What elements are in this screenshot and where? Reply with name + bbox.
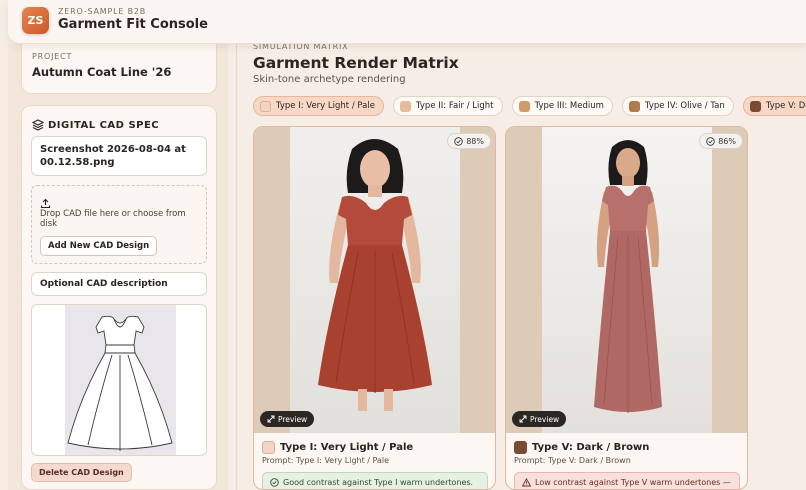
model-figure-icon — [594, 140, 662, 413]
skin-tone-chip-bar: Type I: Very Light / Pale Type II: Fair … — [253, 96, 806, 118]
render-card-type-v[interactable]: 86% Preview Type V: Dark / Brown Prompt:… — [505, 126, 748, 490]
contrast-note-text: Low contrast against Type V warm underto… — [535, 478, 731, 487]
check-circle-icon — [454, 136, 463, 146]
chip-label: Type IV: Olive / Tan — [645, 101, 725, 111]
card-swatch — [262, 441, 275, 454]
delete-cad-design-button[interactable]: Delete CAD Design — [31, 463, 132, 482]
expand-icon — [519, 415, 527, 423]
cad-spec-title: DIGITAL CAD SPEC — [48, 120, 160, 131]
card-prompt: Prompt: Type I: Very Light / Pale — [262, 456, 390, 465]
model-figure-icon — [318, 139, 432, 411]
card-title: Type I: Very Light / Pale — [262, 441, 413, 454]
match-score: 88% — [466, 136, 484, 146]
match-score-badge: 86% — [699, 133, 743, 149]
contrast-note-text: Good contrast against Type I warm undert… — [283, 478, 474, 487]
contrast-note: Good contrast against Type I warm undert… — [262, 472, 488, 489]
chip-type-ii[interactable]: Type II: Fair / Light — [393, 96, 503, 116]
render-card-type-i[interactable]: 88% Preview Type I: Very Light / Pale Pr… — [253, 126, 496, 490]
card-title: Type V: Dark / Brown — [514, 441, 649, 454]
expand-icon — [267, 415, 275, 423]
cad-sketch-preview — [31, 304, 207, 456]
swatch-type-i — [260, 100, 271, 112]
cad-drop-zone[interactable]: Drop CAD file here or choose from disk A… — [31, 185, 207, 264]
swatch-type-ii — [400, 100, 412, 112]
sidebar: PROJECT Autumn Coat Line '26 DIGITAL CAD… — [8, 44, 228, 490]
brand-logo: ZS — [22, 7, 49, 34]
match-score: 86% — [718, 136, 736, 146]
main-panel: SIMULATION MATRIX Garment Render Matrix … — [228, 42, 806, 490]
card-swatch — [514, 441, 527, 454]
swatch-type-iv — [629, 100, 640, 112]
preview-label: Preview — [530, 414, 560, 424]
warning-icon — [522, 478, 531, 487]
project-label: PROJECT — [32, 52, 73, 61]
chip-label: Type II: Fair / Light — [416, 101, 494, 111]
chip-type-v[interactable]: Type V: Dark / Brown — [742, 96, 806, 116]
render-image: 86% Preview — [506, 127, 747, 433]
panel-divider — [236, 44, 237, 490]
cad-file-name[interactable]: Screenshot 2026-08-04 at 00.12.58.png — [31, 136, 207, 176]
dress-sketch-icon — [67, 315, 173, 451]
preview-label: Preview — [278, 414, 308, 424]
cad-description-field[interactable]: Optional CAD description — [31, 272, 207, 296]
card-prompt: Prompt: Type V: Dark / Brown — [514, 456, 631, 465]
swatch-type-iii — [518, 100, 530, 112]
chip-label: Type V: Dark / Brown — [765, 101, 806, 111]
contrast-note: Low contrast against Type V warm underto… — [514, 472, 740, 489]
chip-type-iii[interactable]: Type III: Medium — [511, 96, 613, 116]
swatch-type-v — [749, 100, 761, 112]
brand-title: Garment Fit Console — [58, 17, 208, 32]
layers-icon — [31, 116, 45, 135]
render-image: 88% Preview — [254, 127, 495, 433]
match-score-badge: 88% — [447, 133, 491, 149]
check-circle-icon — [270, 478, 279, 487]
brand-subtitle: ZERO-SAMPLE B2B — [58, 7, 147, 16]
check-circle-icon — [706, 136, 715, 146]
chip-label: Type III: Medium — [534, 101, 604, 111]
card-title-text: Type V: Dark / Brown — [532, 442, 650, 453]
card-title-text: Type I: Very Light / Pale — [280, 442, 414, 453]
chip-label: Type I: Very Light / Pale — [276, 101, 375, 111]
preview-button[interactable]: Preview — [260, 411, 315, 427]
cad-spec-panel: DIGITAL CAD SPEC Screenshot 2026-08-04 a… — [21, 105, 217, 490]
preview-button[interactable]: Preview — [512, 411, 567, 427]
page-subtitle: Skin-tone archetype rendering — [253, 74, 406, 85]
page-title: Garment Render Matrix — [253, 54, 459, 72]
chip-type-i[interactable]: Type I: Very Light / Pale — [253, 96, 384, 116]
cad-spec-header: DIGITAL CAD SPEC — [31, 116, 160, 135]
chip-type-iv[interactable]: Type IV: Olive / Tan — [622, 96, 734, 116]
add-cad-design-button[interactable]: Add New CAD Design — [40, 236, 158, 256]
app-header: ZS ZERO-SAMPLE B2B Garment Fit Console — [8, 0, 806, 44]
project-name: Autumn Coat Line '26 — [32, 65, 172, 79]
drop-zone-text: Drop CAD file here or choose from disk — [40, 209, 186, 229]
project-card[interactable]: PROJECT Autumn Coat Line '26 — [21, 44, 217, 94]
